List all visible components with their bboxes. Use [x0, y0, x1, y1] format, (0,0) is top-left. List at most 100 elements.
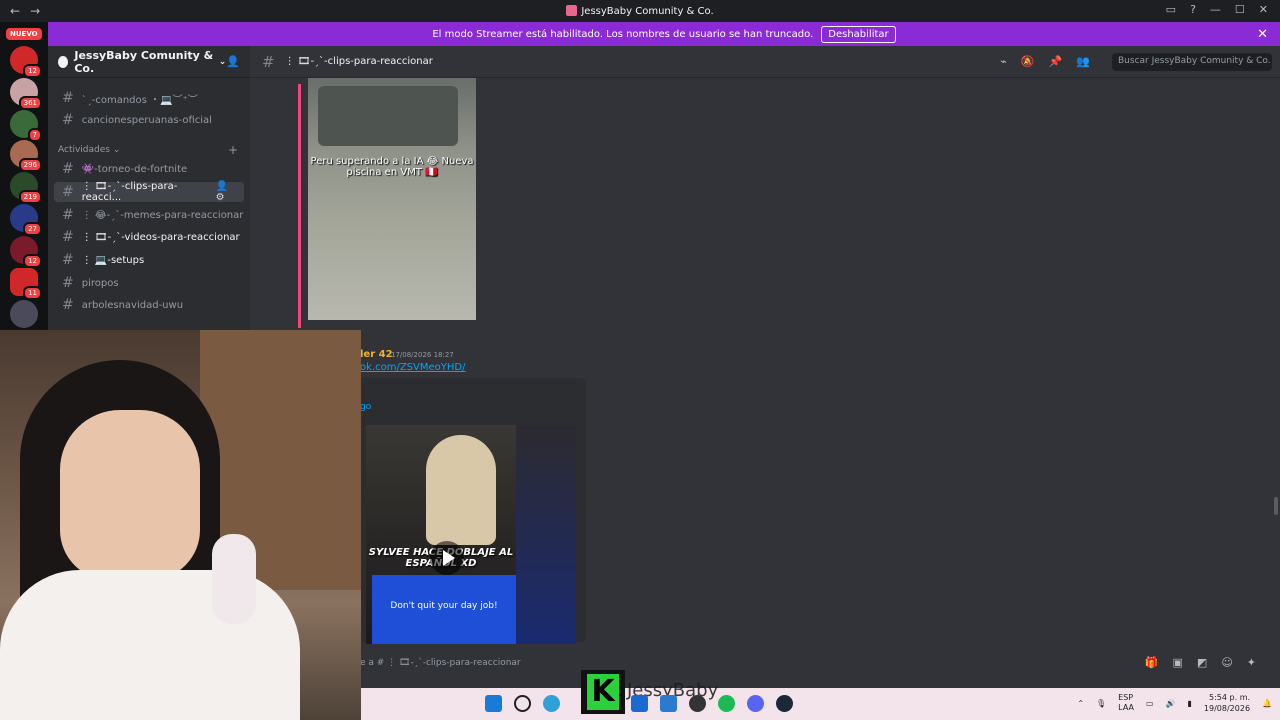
streamer-face [60, 410, 200, 580]
channel-item[interactable]: # cancionesperuanas-oficial [54, 110, 244, 130]
clip-caption: Peru superando a la IA 😂 Nueva piscina e… [310, 156, 474, 178]
chat-header: # ⋮ 🎞-ˏˋ-clips-para-reaccionar ⌁ 🔕 📌 👥 B… [250, 46, 1280, 78]
pin-icon[interactable]: 📌 [1049, 55, 1063, 68]
window-titlebar: ← → JessyBaby Comunity & Co. ▭ ? — ☐ ✕ [0, 0, 1280, 22]
obs-icon[interactable] [689, 695, 706, 712]
disable-streamer-button[interactable]: Deshabilitar [821, 25, 896, 43]
network-icon[interactable]: ▭ [1146, 699, 1154, 708]
discord-icon[interactable] [747, 695, 764, 712]
hash-icon: # [62, 112, 74, 128]
help-icon[interactable]: ? [1190, 3, 1196, 16]
taskbar-apps [485, 695, 560, 712]
mute-bell-icon[interactable]: 🔕 [1021, 55, 1035, 68]
server-list: NUEVO 12 361 7 296 219 27 12 11 [0, 22, 48, 332]
threads-icon[interactable]: ⌁ [1000, 55, 1007, 68]
channel-item[interactable]: # arbolesnavidad-uwu [54, 295, 244, 315]
maximize-button[interactable]: ☐ [1235, 3, 1245, 16]
video-side-image [516, 425, 576, 644]
inbox-icon[interactable]: ▭ [1166, 3, 1176, 16]
server-icon[interactable]: 27 [10, 204, 42, 236]
hash-icon: # [62, 275, 74, 291]
server-icon[interactable]: 12 [10, 46, 42, 78]
play-icon[interactable] [430, 541, 464, 575]
steam-icon[interactable] [776, 695, 793, 712]
hash-icon: # [62, 229, 74, 245]
hash-icon: # [62, 207, 74, 223]
message-author[interactable]: ler 42 [360, 349, 393, 360]
channel-item[interactable]: # piropos [54, 273, 244, 293]
close-window-button[interactable]: ✕ [1259, 3, 1268, 16]
close-icon[interactable]: ✕ [1257, 27, 1268, 42]
server-icon[interactable]: 296 [10, 140, 42, 172]
emoji-icon[interactable]: ☺ [1221, 656, 1232, 669]
chat-area: # ⋮ 🎞-ˏˋ-clips-para-reaccionar ⌁ 🔕 📌 👥 B… [250, 46, 1280, 688]
server-icon[interactable]: 361 [10, 78, 42, 110]
channel-title: ⋮ 🎞-ˏˋ-clips-para-reaccionar [284, 56, 433, 67]
video-embed[interactable]: SYLVEE HACE DOBLAJE AL ESPAÑOL XD Don't … [366, 425, 576, 644]
video-panel: Don't quit your day job! [372, 575, 516, 644]
hash-icon: # [62, 297, 74, 313]
hash-icon: # [62, 90, 74, 106]
webcam-overlay [0, 330, 361, 720]
message-timestamp: 17/08/2026 18:27 [391, 351, 454, 359]
chevron-down-icon: ⌄ [112, 145, 121, 155]
spotify-icon[interactable] [718, 695, 735, 712]
channel-item[interactable]: # 👾-torneo-de-fortnite [54, 159, 244, 179]
video-thumbnail[interactable]: Peru superando a la IA 😂 Nueva piscina e… [308, 78, 476, 320]
bus-image [318, 86, 458, 146]
video-person-image [426, 435, 496, 545]
gift-icon[interactable]: 🎁 [1145, 656, 1159, 669]
search-input[interactable]: Buscar JessyBaby Comunity & Co. [1112, 53, 1272, 71]
channel-item[interactable]: # ⋮ 😂-ˏˋ-memes-para-reaccionar [54, 205, 244, 225]
taskbar: K JessyBaby ⌃ 🎙 ESP LAA ▭ 🔊 ▮ 5:54 p. m. 1… [361, 670, 1280, 720]
channel-item-active[interactable]: # ⋮ 🎞-ˏˋ-clips-para-reacci... 👤 ⚙ [54, 181, 244, 203]
chevron-down-icon: ⌄ [218, 56, 227, 67]
chevron-up-icon[interactable]: ⌃ [1077, 699, 1084, 708]
message-input[interactable]: e a # ⋮ 🎞-ˏˋ-clips-para-reaccionar 🎁 ▣ ◩… [360, 652, 1270, 674]
channel-item[interactable]: # ⋮ 💻-setups [54, 250, 244, 270]
app-icon [566, 5, 578, 16]
scrollbar[interactable] [1274, 497, 1278, 515]
channel-item[interactable]: # ⋮ 🎞-ˏˋ-videos-para-reaccionar [54, 227, 244, 247]
settings-gear-icon[interactable]: 👤 ⚙ [216, 181, 240, 203]
windows-start-icon[interactable] [485, 695, 502, 712]
composer-toolbar: 🎁 ▣ ◩ ☺ ✦ [1145, 656, 1256, 669]
notifications-icon[interactable]: 🔔 [1262, 699, 1272, 708]
embed-title[interactable]: go [360, 402, 371, 412]
channel-sidebar: JessyBaby Comunity & Co. ⌄ 👤 # ˋˏ-comando… [48, 46, 250, 330]
server-icon[interactable]: 11 [10, 268, 42, 300]
server-icon[interactable]: 12 [10, 236, 42, 268]
mic-icon[interactable]: 🎙 [1096, 699, 1106, 708]
sticker-icon[interactable]: ◩ [1197, 656, 1207, 669]
channel-item[interactable]: # ˋˏ-comandos ・💻︶⁺︶ [54, 88, 244, 108]
members-icon[interactable]: 👥 [1076, 55, 1090, 68]
server-icon[interactable]: 7 [10, 110, 42, 142]
stream-logo: K [581, 670, 625, 714]
outlook-icon[interactable] [631, 695, 648, 712]
volume-icon[interactable]: 🔊 [1166, 699, 1176, 708]
add-member-icon[interactable]: 👤 [226, 55, 240, 68]
guild-icon [58, 55, 69, 68]
hash-icon: # [262, 52, 275, 71]
banner-text: El modo Streamer está habilitado. Los no… [432, 28, 814, 40]
hash-icon: # [62, 252, 74, 268]
calendar-icon[interactable] [660, 695, 677, 712]
gif-icon[interactable]: ▣ [1173, 656, 1183, 669]
language-indicator[interactable]: ESP LAA [1118, 693, 1134, 713]
new-badge: NUEVO [6, 28, 42, 40]
edge-icon[interactable] [543, 695, 560, 712]
server-icon[interactable] [10, 300, 38, 328]
apps-icon[interactable]: ✦ [1247, 656, 1256, 669]
message-link[interactable]: ok.com/ZSVMeoYHD/ [360, 362, 465, 373]
guild-header[interactable]: JessyBaby Comunity & Co. ⌄ 👤 [48, 46, 250, 78]
search-icon[interactable] [514, 695, 531, 712]
minimize-button[interactable]: — [1210, 3, 1221, 16]
category-actividades[interactable]: Actividades ⌄ + [58, 143, 238, 157]
taskbar-apps-2 [631, 695, 793, 712]
system-tray: ⌃ 🎙 ESP LAA ▭ 🔊 ▮ 5:54 p. m. 19/08/2026 🔔 [1077, 692, 1272, 714]
clock[interactable]: 5:54 p. m. 19/08/2026 [1204, 692, 1250, 714]
server-icon[interactable]: 219 [10, 172, 42, 204]
streamer-mode-banner: El modo Streamer está habilitado. Los no… [48, 22, 1280, 46]
battery-icon[interactable]: ▮ [1188, 699, 1192, 708]
add-channel-icon[interactable]: + [228, 143, 238, 157]
